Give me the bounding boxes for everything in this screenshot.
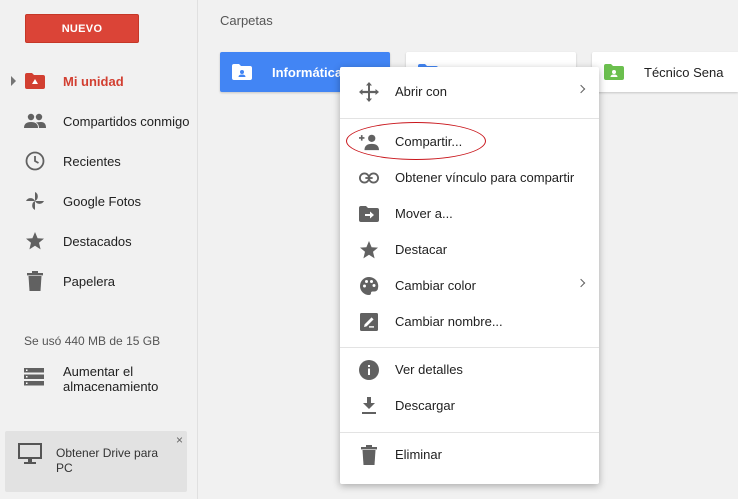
sidebar-item-label: Recientes bbox=[63, 153, 121, 169]
trash-icon bbox=[24, 270, 46, 292]
menu-item-label: Destacar bbox=[395, 242, 448, 257]
menu-divider bbox=[340, 432, 599, 433]
add-person-icon bbox=[359, 132, 379, 152]
drive-folder-icon bbox=[24, 70, 46, 92]
menu-item-change-color[interactable]: Cambiar color bbox=[340, 269, 599, 303]
sidebar-item-shared[interactable]: Compartidos conmigo bbox=[0, 101, 198, 141]
storage-usage-text: Se usó 440 MB de 15 GB bbox=[24, 334, 161, 348]
pinwheel-icon bbox=[24, 190, 46, 212]
context-menu: Abrir con Compartir... Obtener vínculo p… bbox=[340, 67, 599, 484]
sidebar-item-label: Google Fotos bbox=[63, 193, 142, 209]
menu-divider bbox=[340, 118, 599, 119]
section-title: Carpetas bbox=[220, 13, 273, 28]
link-icon bbox=[359, 168, 379, 188]
menu-item-label: Eliminar bbox=[395, 447, 442, 462]
sidebar-item-label: Mi unidad bbox=[63, 73, 124, 89]
promo-text-1: Obtener Drive para bbox=[56, 446, 159, 460]
sidebar-item-my-drive[interactable]: Mi unidad bbox=[0, 61, 198, 101]
sidebar-item-label: Destacados bbox=[63, 233, 132, 249]
trash-icon bbox=[359, 445, 379, 465]
promo-text-2: PC bbox=[56, 461, 73, 475]
clock-icon bbox=[24, 150, 46, 172]
edit-icon bbox=[359, 312, 379, 332]
download-icon bbox=[359, 396, 379, 416]
menu-item-label: Abrir con bbox=[395, 84, 448, 99]
folder-name: Informática bbox=[272, 64, 343, 80]
monitor-icon bbox=[18, 443, 42, 470]
menu-item-label: Cambiar nombre... bbox=[395, 314, 503, 329]
menu-item-rename[interactable]: Cambiar nombre... bbox=[340, 305, 599, 339]
menu-item-label: Mover a... bbox=[395, 206, 453, 221]
menu-item-open-with[interactable]: Abrir con bbox=[340, 75, 599, 109]
menu-item-label: Descargar bbox=[395, 398, 455, 413]
menu-item-share[interactable]: Compartir... bbox=[340, 125, 599, 159]
menu-item-view-details[interactable]: Ver detalles bbox=[340, 353, 599, 387]
sidebar-item-google-photos[interactable]: Google Fotos bbox=[0, 181, 198, 221]
sidebar: NUEVO Mi unidad Compartidos conmigo Reci… bbox=[0, 0, 198, 499]
shared-folder-icon bbox=[232, 64, 252, 80]
move-folder-icon bbox=[359, 204, 379, 224]
menu-item-delete[interactable]: Eliminar bbox=[340, 438, 599, 472]
folder-card-tecnico-sena[interactable]: Técnico Sena bbox=[592, 52, 738, 92]
expand-arrow-icon[interactable] bbox=[11, 76, 16, 86]
menu-item-label: Ver detalles bbox=[395, 362, 463, 377]
menu-item-label: Cambiar color bbox=[395, 278, 476, 293]
menu-item-download[interactable]: Descargar bbox=[340, 389, 599, 423]
people-icon bbox=[24, 110, 46, 132]
get-drive-promo[interactable]: Obtener Drive para PC × bbox=[5, 431, 187, 492]
folder-name: Técnico Sena bbox=[644, 64, 724, 80]
menu-divider bbox=[340, 347, 599, 348]
palette-icon bbox=[359, 276, 379, 296]
new-button[interactable]: NUEVO bbox=[25, 14, 139, 43]
menu-item-star[interactable]: Destacar bbox=[340, 233, 599, 267]
close-icon[interactable]: × bbox=[176, 433, 183, 447]
chevron-right-icon bbox=[576, 84, 586, 94]
sidebar-item-trash[interactable]: Papelera bbox=[0, 261, 198, 301]
upgrade-storage-label-2: almacenamiento bbox=[63, 379, 159, 394]
sidebar-item-label: Compartidos conmigo bbox=[63, 113, 190, 129]
move-arrows-icon bbox=[359, 82, 379, 102]
sidebar-item-starred[interactable]: Destacados bbox=[0, 221, 198, 261]
sidebar-nav: Mi unidad Compartidos conmigo Recientes … bbox=[0, 61, 198, 301]
info-icon bbox=[359, 360, 379, 380]
menu-item-label: Obtener vínculo para compartir bbox=[395, 170, 575, 185]
sidebar-item-recent[interactable]: Recientes bbox=[0, 141, 198, 181]
menu-item-move-to[interactable]: Mover a... bbox=[340, 197, 599, 231]
star-icon bbox=[359, 240, 379, 260]
sidebar-item-label: Papelera bbox=[63, 273, 116, 289]
upgrade-storage-link[interactable]: Aumentar el almacenamiento bbox=[24, 364, 158, 394]
storage-icon bbox=[24, 364, 46, 394]
star-icon bbox=[24, 230, 46, 252]
chevron-right-icon bbox=[576, 278, 586, 288]
shared-folder-icon bbox=[604, 64, 624, 80]
menu-item-label: Compartir... bbox=[395, 134, 463, 149]
menu-item-get-link[interactable]: Obtener vínculo para compartir bbox=[340, 161, 599, 195]
upgrade-storage-label-1: Aumentar el bbox=[63, 364, 134, 379]
